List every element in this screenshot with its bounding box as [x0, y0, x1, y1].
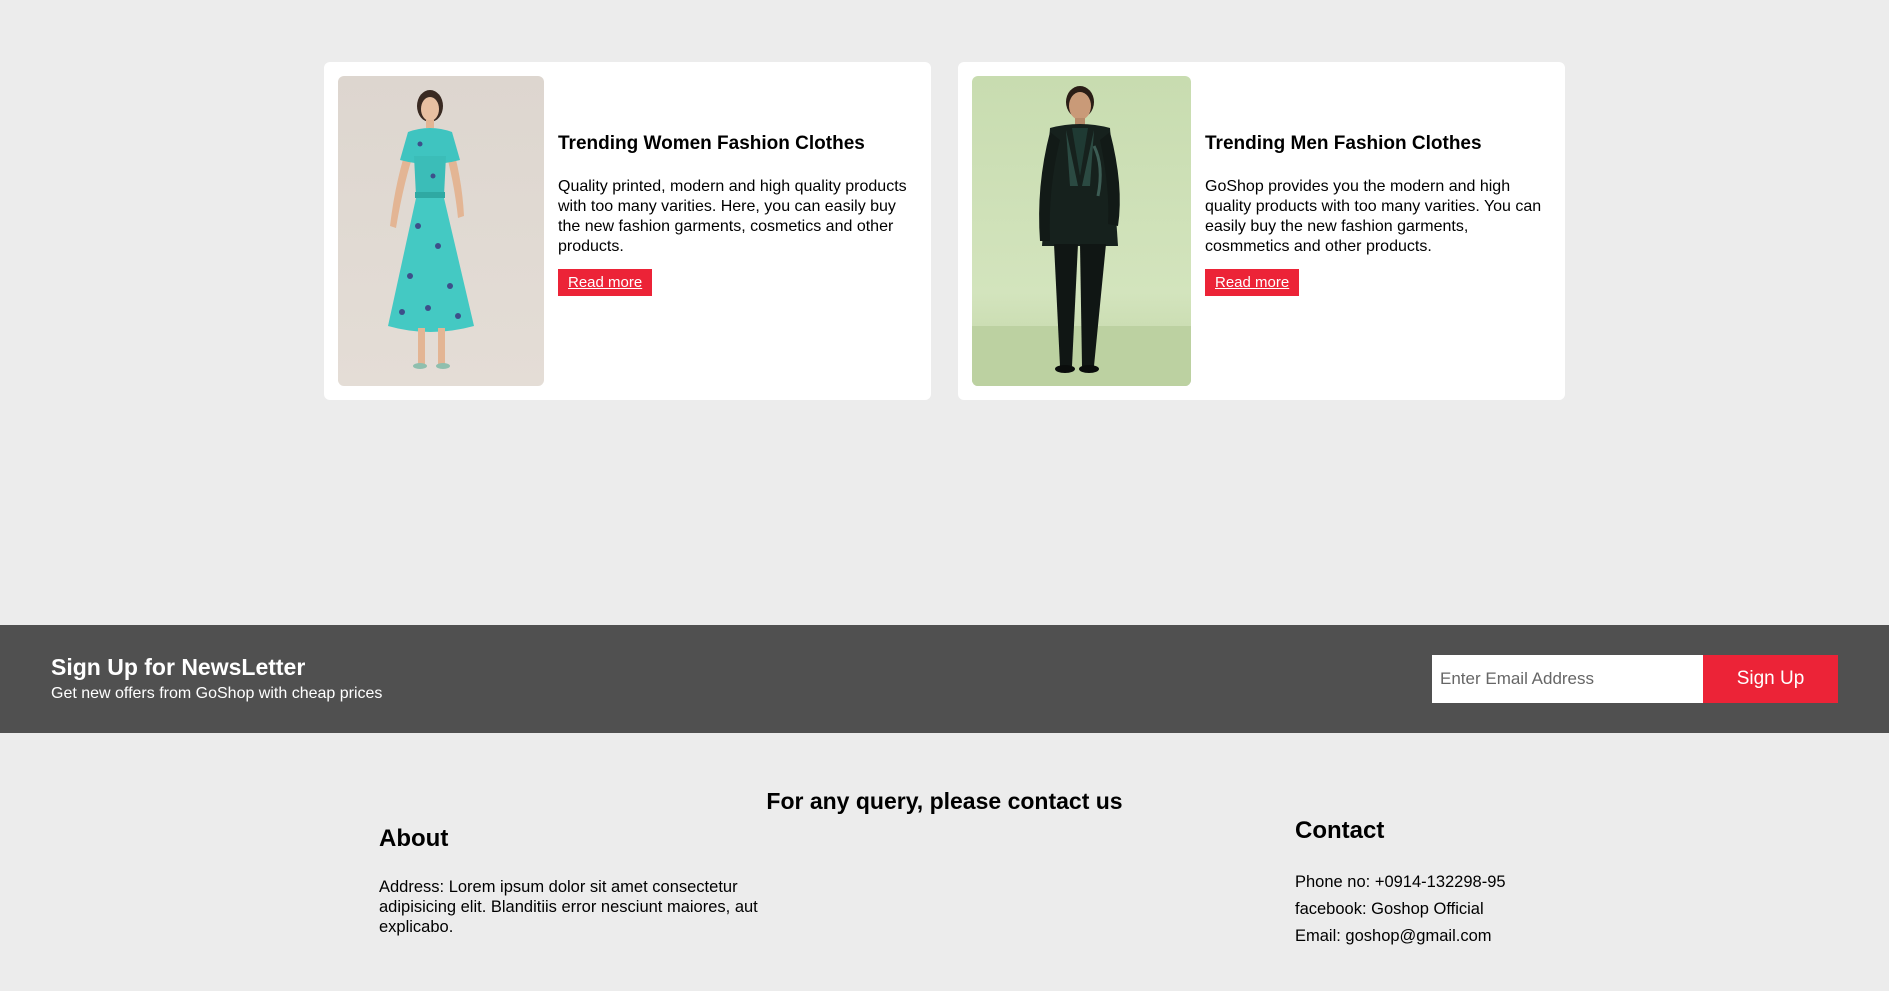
- footer-heading: For any query, please contact us: [766, 788, 1123, 814]
- card-body: Trending Men Fashion Clothes GoShop prov…: [1191, 76, 1551, 386]
- contact-title: Contact: [1295, 817, 1385, 844]
- email-input[interactable]: [1432, 655, 1703, 703]
- read-more-button[interactable]: Read more: [558, 268, 653, 296]
- read-more-button[interactable]: Read more: [1205, 268, 1300, 296]
- newsletter-subtitle: Get new offers from GoShop with cheap pr…: [51, 685, 383, 702]
- men-suit-illustration: [972, 86, 1191, 386]
- men-model-image: [972, 76, 1191, 386]
- card-women-fashion: Trending Women Fashion Clothes Quality p…: [324, 62, 931, 400]
- contact-facebook: facebook: Goshop Official: [1295, 900, 1484, 918]
- card-body: Trending Women Fashion Clothes Quality p…: [544, 76, 917, 386]
- about-address: Address: Lorem ipsum dolor sit amet cons…: [379, 878, 758, 936]
- card-description: GoShop provides you the modern and high …: [1205, 177, 1542, 255]
- women-dress-illustration: [388, 90, 474, 369]
- card-title: Trending Men Fashion Clothes: [1205, 132, 1482, 154]
- footer: For any query, please contact us About A…: [0, 733, 1889, 991]
- women-model-image: [338, 76, 544, 386]
- product-cards: Trending Women Fashion Clothes Quality p…: [324, 62, 1566, 400]
- card-men-fashion: Trending Men Fashion Clothes GoShop prov…: [958, 62, 1565, 400]
- card-description: Quality printed, modern and high quality…: [558, 177, 907, 255]
- about-section: About Address: Lorem ipsum dolor sit ame…: [379, 825, 769, 937]
- contact-section: Contact Phone no: +0914-132298-95 facebo…: [1295, 817, 1615, 950]
- card-title: Trending Women Fashion Clothes: [558, 132, 865, 154]
- about-title: About: [379, 825, 449, 852]
- newsletter-title: Sign Up for NewsLetter: [51, 654, 306, 680]
- contact-phone: Phone no: +0914-132298-95: [1295, 873, 1506, 891]
- contact-email: Email: goshop@gmail.com: [1295, 927, 1492, 945]
- sign-up-button[interactable]: Sign Up: [1703, 655, 1838, 703]
- newsletter-bar: Sign Up for NewsLetter Get new offers fr…: [0, 625, 1889, 733]
